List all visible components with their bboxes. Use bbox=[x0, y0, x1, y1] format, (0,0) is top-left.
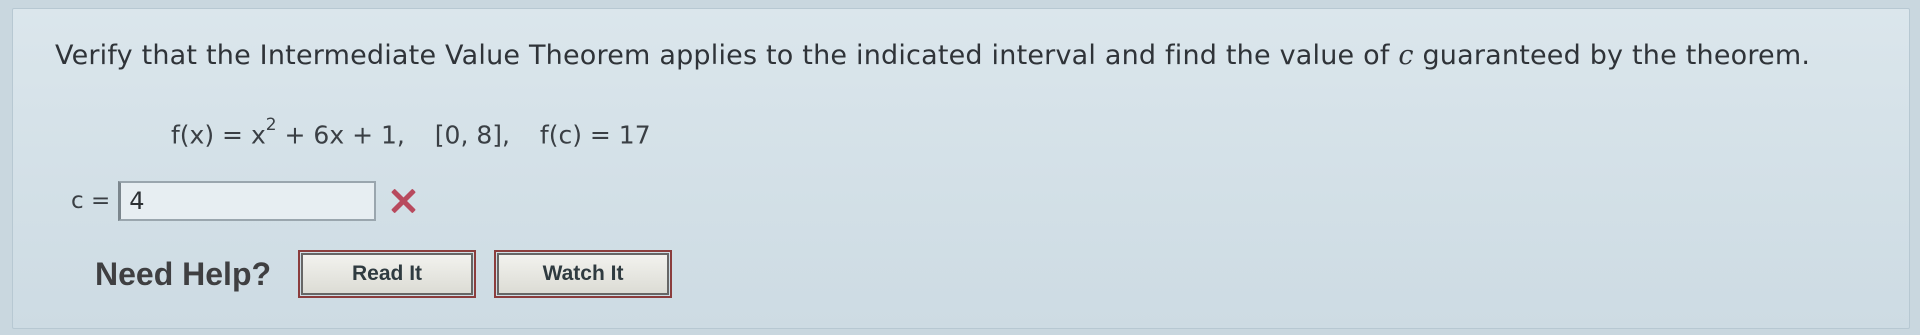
watch-it-button[interactable]: Watch It bbox=[494, 250, 673, 298]
answer-label: c = bbox=[71, 188, 111, 214]
question-text: Verify that the Intermediate Value Theor… bbox=[55, 40, 1810, 71]
equation-condition: f(c) = 17 bbox=[539, 120, 651, 150]
help-row: Need Help? Read It Watch It bbox=[95, 250, 693, 298]
equation: f(x) = x2 + 6x + 1, [0, 8], f(c) = 17 bbox=[171, 115, 651, 150]
incorrect-x-icon bbox=[390, 188, 416, 214]
equation-function: f(x) = x bbox=[171, 120, 266, 150]
question-suffix: guaranteed by the theorem. bbox=[1413, 40, 1811, 71]
need-help-label: Need Help? bbox=[95, 255, 272, 292]
equation-exponent: 2 bbox=[265, 115, 277, 135]
question-prefix: Verify that the Intermediate Value Theor… bbox=[55, 40, 1399, 71]
equation-interval: [0, 8], bbox=[434, 120, 510, 150]
answer-row: c = bbox=[71, 181, 416, 221]
question-variable: c bbox=[1398, 40, 1414, 71]
answer-input[interactable] bbox=[118, 181, 377, 221]
read-it-button[interactable]: Read It bbox=[298, 250, 477, 298]
equation-function-rest: + 6x + 1, bbox=[276, 120, 405, 150]
question-panel: Verify that the Intermediate Value Theor… bbox=[12, 8, 1910, 329]
